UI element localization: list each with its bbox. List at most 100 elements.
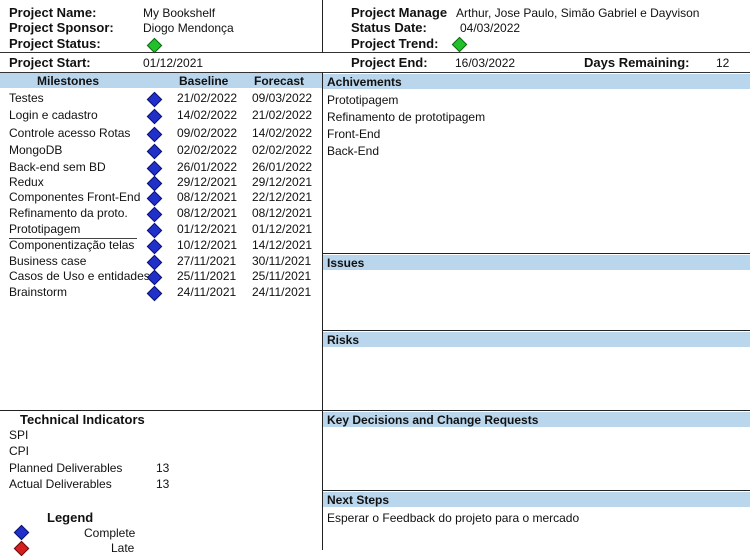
- milestone-row: Login e cadastro 14/02/2022 21/02/2022: [0, 108, 322, 125]
- next-steps-top-border: [322, 490, 750, 491]
- legend-header: Legend: [47, 510, 94, 525]
- project-sponsor-value: Diogo Mendonça: [143, 21, 234, 35]
- project-manager-value: Arthur, Jose Paulo, Simão Gabriel e Dayv…: [456, 6, 700, 20]
- milestone-complete-icon: [146, 160, 163, 177]
- days-remaining-label: Days Remaining:: [584, 55, 690, 70]
- milestone-baseline: 21/02/2022: [177, 91, 238, 105]
- milestone-forecast: 30/11/2021: [252, 254, 312, 268]
- days-remaining-value: 12: [716, 56, 730, 70]
- status-indicator-icon: [146, 37, 163, 54]
- cpi-label: CPI: [9, 444, 30, 458]
- issues-header: Issues: [327, 256, 365, 270]
- milestone-name: Testes: [9, 91, 44, 105]
- risks-top-border: [322, 330, 750, 331]
- risks-header: Risks: [327, 333, 360, 347]
- next-step-item: Esperar o Feedback do projeto para o mer…: [327, 511, 580, 525]
- milestone-row: Casos de Uso e entidades 25/11/2021 25/11/…: [0, 269, 322, 286]
- planned-deliverables-value: 13: [156, 461, 170, 475]
- milestone-complete-icon: [146, 285, 163, 302]
- project-start-label: Project Start:: [9, 55, 91, 70]
- project-end-value: 16/03/2022: [455, 56, 516, 70]
- trend-indicator-icon: [451, 36, 468, 53]
- milestone-forecast: 21/02/2022: [252, 108, 313, 122]
- achievement-item: Back-End: [327, 144, 380, 158]
- issues-header-band: [323, 255, 750, 270]
- project-status-label: Project Status:: [9, 36, 101, 51]
- milestone-baseline: 14/02/2022: [177, 108, 238, 122]
- header-column-divider: [322, 0, 323, 53]
- milestone-name: Componentização telas: [9, 238, 135, 252]
- achievement-item: Front-End: [327, 127, 381, 141]
- milestone-baseline: 10/12/2021: [177, 238, 238, 252]
- main-column-divider: [322, 72, 323, 550]
- milestone-name: Refinamento da proto.: [9, 206, 128, 220]
- header-divider: [0, 52, 750, 53]
- project-manager-label: Project Manage: [351, 5, 448, 20]
- milestone-complete-icon: [146, 238, 163, 255]
- milestone-row: Brainstorm 24/11/2021 24/11/2021: [0, 285, 322, 302]
- milestone-row: Redux 29/12/2021 29/12/2021: [0, 175, 322, 192]
- achievement-item: Prototipagem: [327, 93, 399, 107]
- milestone-baseline: 02/02/2022: [177, 143, 238, 157]
- milestone-forecast: 26/01/2022: [252, 160, 313, 174]
- achievement-item: Refinamento de prototipagem: [327, 110, 486, 124]
- decisions-header: Key Decisions and Change Requests: [327, 413, 539, 427]
- milestone-name: Casos de Uso e entidades: [9, 269, 150, 283]
- forecast-header: Forecast: [254, 74, 305, 88]
- milestone-row: Componentes Front-End 08/12/2021 22/12/202…: [0, 190, 322, 207]
- milestone-baseline: 01/12/2021: [177, 222, 238, 236]
- milestone-row: Refinamento da proto. 08/12/2021 08/12/202…: [0, 206, 322, 223]
- status-date-label: Status Date:: [351, 20, 427, 35]
- milestone-complete-icon: [146, 190, 163, 207]
- milestone-baseline: 26/01/2022: [177, 160, 238, 174]
- milestone-complete-icon: [146, 143, 163, 160]
- milestone-complete-icon: [146, 175, 163, 192]
- project-name-label: Project Name:: [9, 5, 97, 20]
- milestone-forecast: 08/12/2021: [252, 206, 313, 220]
- milestone-baseline: 27/11/2021: [177, 254, 237, 268]
- milestone-row: Componentização telas 10/12/2021 14/12/202…: [0, 238, 322, 255]
- milestone-baseline: 29/12/2021: [177, 175, 238, 189]
- milestone-forecast: 01/12/2021: [252, 222, 313, 236]
- milestones-header: Milestones: [37, 74, 100, 88]
- milestone-name: Back-end sem BD: [9, 160, 106, 174]
- milestone-baseline: 25/11/2021: [177, 269, 237, 283]
- legend-complete-label: Complete: [84, 526, 136, 540]
- milestone-name: MongoDB: [9, 143, 63, 157]
- milestone-row: Controle acesso Rotas 09/02/2022 14/02/202…: [0, 126, 322, 143]
- actual-deliverables-value: 13: [156, 477, 170, 491]
- milestone-row: Back-end sem BD 26/01/2022 26/01/2022: [0, 160, 322, 177]
- actual-deliverables-label: Actual Deliverables: [9, 477, 112, 491]
- milestone-baseline: 08/12/2021: [177, 190, 238, 204]
- late-diamond-icon: [13, 540, 30, 556]
- milestone-forecast: 22/12/2021: [252, 190, 313, 204]
- milestone-name: Componentes Front-End: [9, 190, 141, 204]
- milestone-forecast: 25/11/2021: [252, 269, 312, 283]
- status-date-value: 04/03/2022: [460, 21, 521, 35]
- milestone-complete-icon: [146, 91, 163, 108]
- risks-header-band: [323, 332, 750, 347]
- issues-top-border: [322, 253, 750, 254]
- milestone-baseline: 08/12/2021: [177, 206, 238, 220]
- spi-label: SPI: [9, 428, 29, 442]
- milestone-name: Brainstorm: [9, 285, 68, 299]
- milestone-complete-icon: [146, 108, 163, 125]
- planned-deliverables-label: Planned Deliverables: [9, 461, 123, 475]
- milestone-forecast: 14/02/2022: [252, 126, 313, 140]
- achievements-header: Achivements: [327, 75, 402, 89]
- milestone-underline: [9, 238, 137, 239]
- legend-late-label: Late: [111, 541, 135, 555]
- milestone-baseline: 09/02/2022: [177, 126, 238, 140]
- milestone-row: Business case 27/11/2021 30/11/2021: [0, 254, 322, 271]
- milestone-forecast: 09/03/2022: [252, 91, 313, 105]
- milestone-row: Prototipagem 01/12/2021 01/12/2021: [0, 222, 322, 239]
- project-name-value: My Bookshelf: [143, 6, 216, 20]
- next-steps-header: Next Steps: [327, 493, 390, 507]
- project-end-label: Project End:: [351, 55, 428, 70]
- milestone-forecast: 02/02/2022: [252, 143, 313, 157]
- milestone-name: Controle acesso Rotas: [9, 126, 131, 140]
- milestone-forecast: 14/12/2021: [252, 238, 313, 252]
- milestone-name: Redux: [9, 175, 44, 189]
- milestone-forecast: 29/12/2021: [252, 175, 313, 189]
- project-start-value: 01/12/2021: [143, 56, 204, 70]
